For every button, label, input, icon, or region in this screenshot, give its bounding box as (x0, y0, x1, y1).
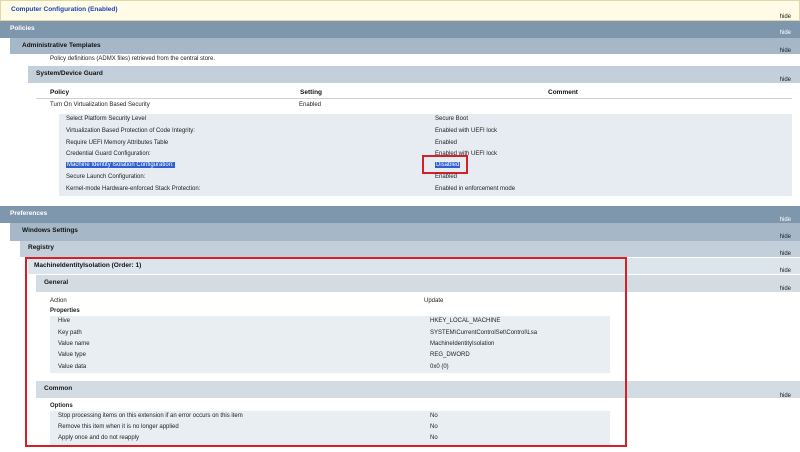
hide-general-link[interactable]: hide (780, 286, 791, 292)
vbs-option-label: Select Platform Security Level (66, 116, 147, 122)
computer-configuration-title: Computer Configuration (Enabled) (11, 6, 118, 13)
vbs-option-label: Secure Launch Configuration: (66, 174, 146, 180)
policies-header: Policies (0, 21, 800, 38)
hide-administrative-templates-link[interactable]: hide (780, 48, 791, 54)
policy-column-header: Policy (50, 89, 70, 96)
hide-system-device-guard-link[interactable]: hide (780, 77, 791, 83)
hide-computer-configuration-link[interactable]: hide (780, 14, 791, 20)
machine-identity-isolation-label[interactable]: Machine Identity Isolation Configuration… (66, 162, 175, 168)
preferences-title: Preferences (10, 210, 48, 217)
table-divider (36, 98, 792, 99)
system-device-guard-title: System/Device Guard (36, 70, 103, 77)
vbs-option-label: Credential Guard Configuration: (66, 151, 151, 157)
vbs-option-label: Kernel-mode Hardware-enforced Stack Prot… (66, 186, 201, 192)
hide-common-link[interactable]: hide (780, 393, 791, 399)
hide-machine-identity-isolation-link[interactable]: hide (780, 268, 791, 274)
vbs-option-value: Enabled (435, 174, 458, 180)
policies-title: Policies (10, 25, 35, 32)
hide-policies-link[interactable]: hide (780, 30, 791, 36)
turn-on-vbs-policy-link[interactable]: Turn On Virtualization Based Security (50, 102, 150, 108)
windows-settings-header: Windows Settings (10, 223, 800, 241)
setting-column-header: Setting (300, 89, 323, 96)
turn-on-vbs-setting: Enabled (299, 102, 322, 108)
vbs-option-value: Enabled in enforcement mode (435, 186, 516, 192)
vbs-option-value: Secure Boot (435, 116, 469, 122)
windows-settings-title: Windows Settings (22, 227, 78, 234)
system-device-guard-header: System/Device Guard (28, 66, 800, 83)
vbs-option-label: Virtualization Based Protection of Code … (66, 128, 195, 134)
policy-table-header: Policy Setting Comment (36, 86, 800, 98)
disabled-value-highlight-box (422, 155, 468, 174)
comment-column-header: Comment (548, 89, 578, 96)
admx-source-note: Policy definitions (ADMX files) retrieve… (50, 56, 216, 62)
vbs-option-value: Enabled with UEFI lock (435, 128, 498, 134)
registry-header: Registry (20, 241, 800, 257)
registry-item-highlight-box (25, 257, 627, 447)
vbs-option-label: Require UEFI Memory Attributes Table (66, 140, 169, 146)
vbs-option-value: Enabled (435, 140, 458, 146)
registry-title: Registry (28, 244, 55, 251)
administrative-templates-header: Administrative Templates (10, 38, 800, 54)
computer-configuration-header: Computer Configuration (Enabled) (0, 0, 800, 21)
administrative-templates-title: Administrative Templates (22, 42, 101, 49)
hide-registry-link[interactable]: hide (780, 251, 791, 257)
hide-windows-settings-link[interactable]: hide (780, 234, 791, 240)
preferences-header: Preferences (0, 206, 800, 223)
